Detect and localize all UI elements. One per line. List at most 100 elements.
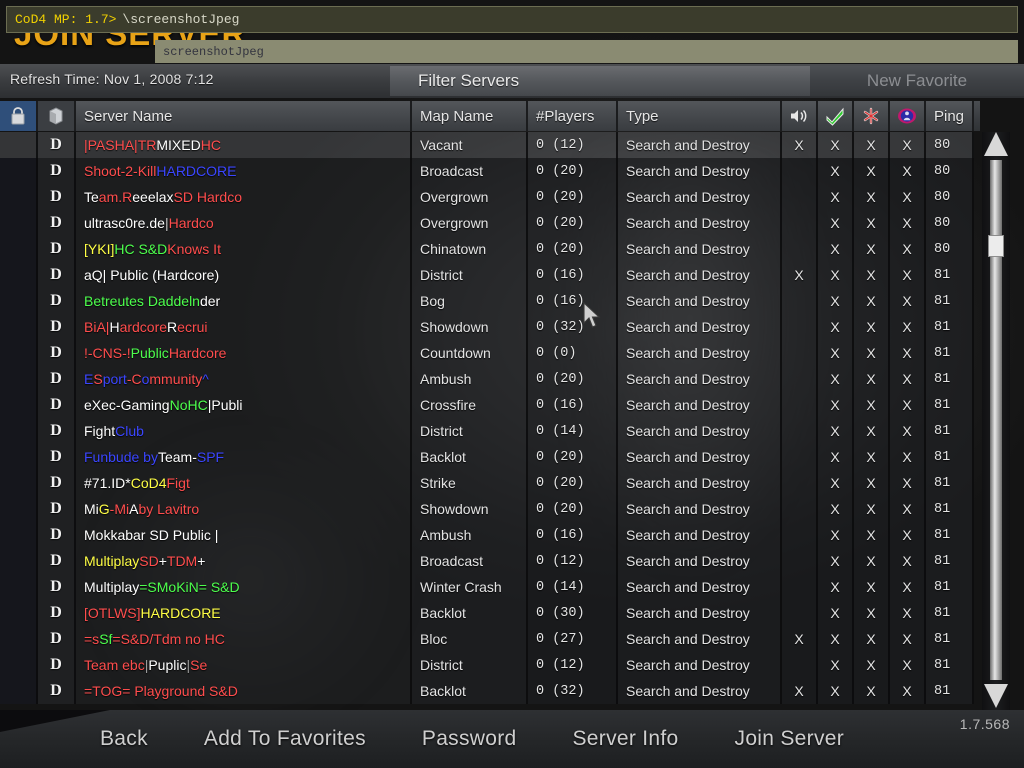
row-map-name: Overgrown xyxy=(412,184,528,210)
column-header-pure[interactable] xyxy=(890,101,926,131)
row-map-name: Crossfire xyxy=(412,392,528,418)
row-ping: 80 xyxy=(926,236,974,262)
row-lock-cell xyxy=(0,522,38,548)
row-punkbuster-flag: X xyxy=(818,340,854,366)
row-ping: 80 xyxy=(926,158,974,184)
table-row[interactable]: D [OTLWS] HARDCORE Backlot 0 (30) Search and … xyxy=(0,600,980,626)
table-row[interactable]: DaQ| Public (Hardcore) District 0 (16) Sear… xyxy=(0,262,980,288)
column-header-players[interactable]: #Players xyxy=(528,101,618,131)
column-header-type[interactable]: Type xyxy=(618,101,782,131)
server-list-scrollbar[interactable] xyxy=(982,132,1010,710)
row-server-name: E Sport -C o mmunity ^ xyxy=(76,366,412,392)
row-server-name: =TOG= Playground S&D xyxy=(76,678,412,704)
row-ping: 80 xyxy=(926,184,974,210)
column-header-voice[interactable] xyxy=(782,101,818,131)
row-server-name: Team ebc | Puplic | Se xyxy=(76,652,412,678)
row-mod-indicator: D xyxy=(38,158,76,184)
row-lock-cell xyxy=(0,132,38,158)
row-mod-flag: X xyxy=(854,158,890,184)
row-ping: 81 xyxy=(926,392,974,418)
column-header-ping[interactable]: Ping xyxy=(926,101,974,131)
server-list[interactable]: D |PASHA| TR MIXED HC Vacant 0 (12) Search an… xyxy=(0,132,980,704)
row-map-name: District xyxy=(412,652,528,678)
row-game-type: Search and Destroy xyxy=(618,314,782,340)
scroll-down-arrow[interactable] xyxy=(984,684,1008,710)
person-globe-icon xyxy=(898,108,916,124)
bottom-menu[interactable]: Back Add To Favorites Password Server Info J… xyxy=(0,710,1024,768)
console-input-bar[interactable]: CoD4 MP: 1.7> \screenshotJpeg xyxy=(6,6,1018,33)
new-favorite-button[interactable]: New Favorite xyxy=(810,66,1024,96)
row-game-type: Search and Destroy xyxy=(618,444,782,470)
table-row[interactable]: D Shoot-2-Kill HARDCORE Broadcast 0 (20) Sea… xyxy=(0,158,980,184)
row-mod-indicator: D xyxy=(38,392,76,418)
row-voice-flag xyxy=(782,574,818,600)
row-voice-flag xyxy=(782,210,818,236)
column-header-punkbuster[interactable] xyxy=(818,101,854,131)
scrollbar-thumb[interactable] xyxy=(988,235,1004,257)
table-row[interactable]: D Multiplay SD + TDM + Broadcast 0 (12) Sear… xyxy=(0,548,980,574)
menu-item-back[interactable]: Back xyxy=(100,727,148,751)
row-player-count: 0 (20) xyxy=(528,470,618,496)
table-row[interactable]: D #71.ID* CoD4 Figt Strike 0 (20) Search and… xyxy=(0,470,980,496)
scroll-up-arrow[interactable] xyxy=(984,132,1008,158)
table-row[interactable]: D Betreutes Daddeln der Bog 0 (16) Search an… xyxy=(0,288,980,314)
table-row[interactable]: D Funbude by Team- SPF Backlot 0 (20) Search … xyxy=(0,444,980,470)
column-header-padlock[interactable] xyxy=(0,101,38,131)
row-punkbuster-flag: X xyxy=(818,626,854,652)
column-header-server-name[interactable]: Server Name xyxy=(76,101,412,131)
row-punkbuster-flag: X xyxy=(818,444,854,470)
cube-icon xyxy=(49,107,63,125)
table-row[interactable]: D Mokkabar SD Public | Ambush 0 (16) Search … xyxy=(0,522,980,548)
column-header-map-name[interactable]: Map Name xyxy=(412,101,528,131)
row-mod-indicator: D xyxy=(38,366,76,392)
row-ping: 81 xyxy=(926,496,974,522)
row-player-count: 0 (20) xyxy=(528,496,618,522)
column-header-mod-star[interactable] xyxy=(854,101,890,131)
row-server-name: [OTLWS] HARDCORE xyxy=(76,600,412,626)
table-row[interactable]: D [YKI] HC S&D Knows It Chinatown 0 (20) Sear… xyxy=(0,236,980,262)
row-mod-flag: X xyxy=(854,392,890,418)
table-row[interactable]: D =s Sf =S&D/Tdm no HC Bloc 0 (27) Search and … xyxy=(0,626,980,652)
row-server-name: Mi G -Mi A by Lavitro xyxy=(76,496,412,522)
table-row[interactable]: DeXec-Gaming NoHC |Publi Crossfire 0 (16) Se… xyxy=(0,392,980,418)
table-row[interactable]: D Team ebc | Puplic | Se District 0 (12) Sea… xyxy=(0,652,980,678)
row-game-type: Search and Destroy xyxy=(618,470,782,496)
row-mod-flag: X xyxy=(854,470,890,496)
row-voice-flag: X xyxy=(782,132,818,158)
filter-servers-label: Filter Servers xyxy=(418,71,520,90)
menu-item-join-server[interactable]: Join Server xyxy=(735,727,845,751)
row-mod-indicator: D xyxy=(38,210,76,236)
row-mod-flag: X xyxy=(854,340,890,366)
row-server-name: Fight Club xyxy=(76,418,412,444)
table-row[interactable]: D E Sport -C o mmunity ^ Ambush 0 (20) Search and… xyxy=(0,366,980,392)
table-row[interactable]: D !-CNS-! Public Hardcore Countdown 0 (0) Sea… xyxy=(0,340,980,366)
row-mod-flag: X xyxy=(854,444,890,470)
console-autocomplete-suggestion[interactable]: screenshotJpeg xyxy=(155,40,1018,63)
menu-item-add-to-favorites[interactable]: Add To Favorites xyxy=(204,727,366,751)
table-row[interactable]: D =TOG= Playground S&D Backlot 0 (32) Search… xyxy=(0,678,980,704)
row-mod-indicator: D xyxy=(38,236,76,262)
row-punkbuster-flag: X xyxy=(818,366,854,392)
table-row[interactable]: D |PASHA| TR MIXED HC Vacant 0 (12) Search an… xyxy=(0,132,980,158)
table-row[interactable]: Dultrasc0re.de | Hardco Overgrown 0 (20) Se… xyxy=(0,210,980,236)
row-lock-cell xyxy=(0,236,38,262)
row-voice-flag xyxy=(782,496,818,522)
row-voice-flag xyxy=(782,522,818,548)
table-row[interactable]: D Fight Club District 0 (14) Search and Dest… xyxy=(0,418,980,444)
row-pure-flag: X xyxy=(890,548,926,574)
menu-item-password[interactable]: Password xyxy=(422,727,517,751)
row-game-type: Search and Destroy xyxy=(618,626,782,652)
row-game-type: Search and Destroy xyxy=(618,548,782,574)
row-lock-cell xyxy=(0,600,38,626)
filter-servers-button[interactable]: Filter Servers xyxy=(390,66,810,96)
table-row[interactable]: D Mi G -Mi A by Lavitro Showdown 0 (20) Search … xyxy=(0,496,980,522)
column-header-mod-cube[interactable] xyxy=(38,101,76,131)
row-pure-flag: X xyxy=(890,158,926,184)
table-row[interactable]: D Multiplay =SMoKiN= S&D Winter Crash 0 (14)… xyxy=(0,574,980,600)
table-row[interactable]: D BiA| Hardcore Recrui Showdown 0 (32) Search… xyxy=(0,314,980,340)
row-lock-cell xyxy=(0,496,38,522)
menu-item-server-info[interactable]: Server Info xyxy=(573,727,679,751)
row-pure-flag: X xyxy=(890,392,926,418)
console-prompt: CoD4 MP: 1.7> xyxy=(15,12,117,27)
table-row[interactable]: D Te am.R eeelax SD Hardco Overgrown 0 (20) Se… xyxy=(0,184,980,210)
